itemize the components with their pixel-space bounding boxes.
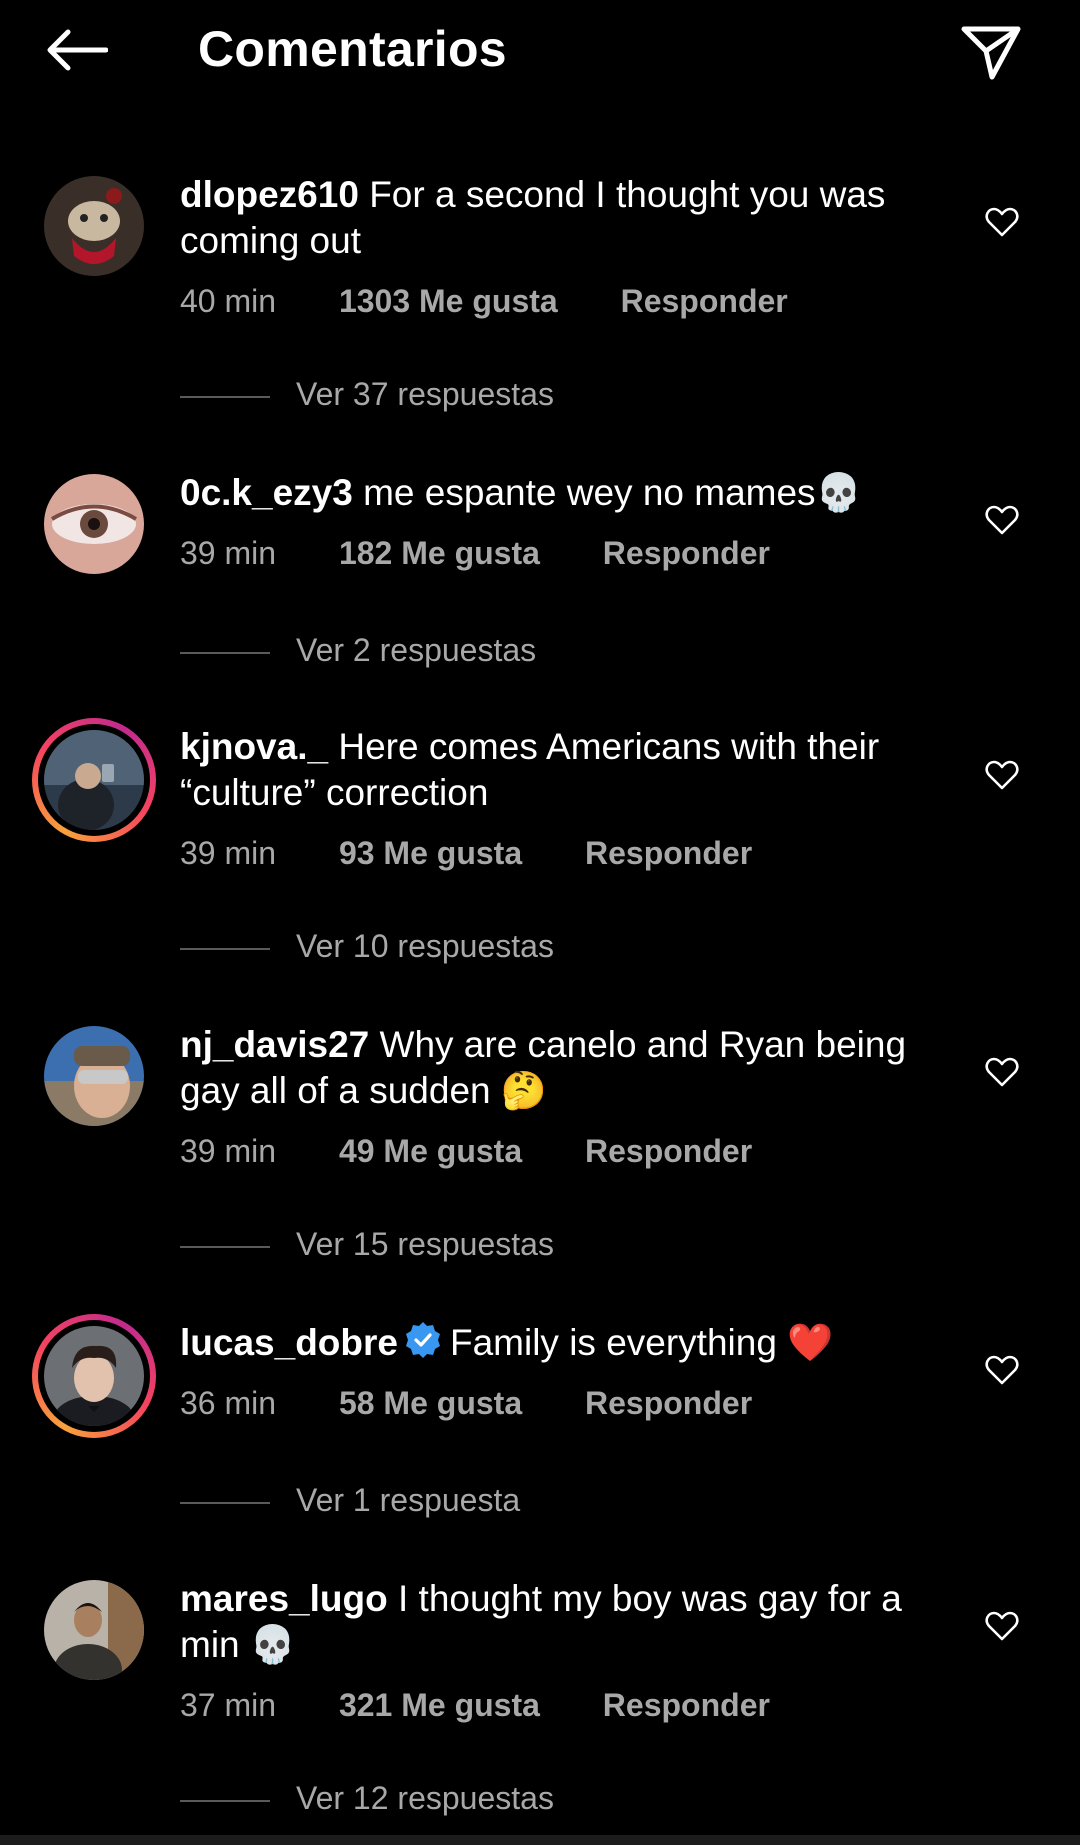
comment-time: 39 min — [180, 835, 277, 871]
like-button[interactable] — [982, 1350, 1022, 1390]
avatar — [44, 1580, 144, 1680]
comment-meta: 39 min 93 Me gusta Responder — [180, 835, 806, 872]
page-title: Comentarios — [198, 21, 507, 77]
replies-divider — [180, 651, 270, 654]
comment-username[interactable]: nj_davis27 — [180, 1024, 369, 1065]
replies-divider — [180, 395, 270, 398]
replies-label: Ver 37 respuestas — [296, 376, 554, 412]
replies-divider — [180, 1799, 270, 1802]
comment-likes[interactable]: 58 Me gusta — [339, 1385, 522, 1421]
comment-likes[interactable]: 1303 Me gusta — [339, 283, 558, 319]
comment-meta: 40 min 1303 Me gusta Responder — [180, 283, 842, 320]
like-button[interactable] — [982, 1052, 1022, 1092]
comment-username[interactable]: dlopez610 — [180, 174, 359, 215]
reply-button[interactable]: Responder — [585, 835, 752, 871]
view-replies-button[interactable]: Ver 37 respuestas — [180, 376, 554, 413]
reply-button[interactable]: Responder — [603, 535, 770, 571]
comment-text: nj_davis27 Why are canelo and Ryan being… — [180, 1022, 940, 1114]
replies-label: Ver 1 respuesta — [296, 1482, 521, 1518]
heart-icon — [985, 760, 1019, 790]
replies-label: Ver 10 respuestas — [296, 928, 554, 964]
comment-text: lucas_dobre Family is everything ❤️ — [180, 1320, 940, 1370]
view-replies-button[interactable]: Ver 15 respuestas — [180, 1226, 554, 1263]
view-replies-button[interactable]: Ver 1 respuesta — [180, 1482, 520, 1519]
replies-divider — [180, 1501, 270, 1504]
heart-icon — [985, 1057, 1019, 1087]
replies-divider — [180, 947, 270, 950]
reply-button[interactable]: Responder — [585, 1385, 752, 1421]
heart-icon — [985, 1611, 1019, 1641]
like-button[interactable] — [982, 202, 1022, 242]
replies-divider — [180, 1245, 270, 1248]
comment-meta: 36 min 58 Me gusta Responder — [180, 1385, 806, 1422]
heart-icon — [985, 505, 1019, 535]
comment-body: Family is everything ❤️ — [449, 1322, 834, 1363]
like-button[interactable] — [982, 755, 1022, 795]
avatar-button[interactable] — [44, 1580, 144, 1680]
comment-time: 37 min — [180, 1687, 277, 1723]
comment-likes[interactable]: 321 Me gusta — [339, 1687, 540, 1723]
comment-time: 36 min — [180, 1385, 277, 1421]
comment-text: mares_lugo I thought my boy was gay for … — [180, 1576, 940, 1668]
avatar-button[interactable] — [44, 474, 144, 574]
reply-button[interactable]: Responder — [621, 283, 788, 319]
avatar-button[interactable] — [44, 176, 144, 276]
comment-username[interactable]: lucas_dobre — [180, 1322, 398, 1363]
share-button[interactable] — [955, 16, 1027, 88]
replies-label: Ver 15 respuestas — [296, 1226, 554, 1262]
comment-username[interactable]: 0c.k_ezy3 — [180, 472, 353, 513]
comment-likes[interactable]: 49 Me gusta — [339, 1133, 522, 1169]
avatar — [44, 730, 144, 830]
comment-time: 39 min — [180, 535, 277, 571]
back-button[interactable] — [40, 18, 112, 82]
comment-meta: 37 min 321 Me gusta Responder — [180, 1687, 824, 1724]
comment-time: 40 min — [180, 283, 277, 319]
comment-text: 0c.k_ezy3 me espante wey no mames💀 — [180, 470, 940, 516]
comment-body: me espante wey no mames💀 — [363, 472, 862, 513]
comment-username[interactable]: mares_lugo — [180, 1578, 388, 1619]
verified-badge-icon — [404, 1321, 442, 1370]
avatar — [44, 1026, 144, 1126]
view-replies-button[interactable]: Ver 2 respuestas — [180, 632, 536, 669]
like-button[interactable] — [982, 500, 1022, 540]
comment-meta: 39 min 49 Me gusta Responder — [180, 1133, 806, 1170]
replies-label: Ver 2 respuestas — [296, 632, 537, 668]
comment-likes[interactable]: 182 Me gusta — [339, 535, 540, 571]
view-replies-button[interactable]: Ver 12 respuestas — [180, 1780, 554, 1817]
avatar — [44, 176, 144, 276]
bottom-edge — [0, 1835, 1080, 1845]
avatar-button[interactable] — [32, 1314, 156, 1438]
heart-icon — [985, 1355, 1019, 1385]
comment-username[interactable]: kjnova._ — [180, 726, 328, 767]
header-bar: Comentarios — [0, 0, 1080, 100]
reply-button[interactable]: Responder — [585, 1133, 752, 1169]
heart-icon — [985, 207, 1019, 237]
comment-meta: 39 min 182 Me gusta Responder — [180, 535, 824, 572]
comment-text: dlopez610 For a second I thought you was… — [180, 172, 940, 264]
view-replies-button[interactable]: Ver 10 respuestas — [180, 928, 554, 965]
comment-time: 39 min — [180, 1133, 277, 1169]
like-button[interactable] — [982, 1606, 1022, 1646]
comment-text: kjnova._ Here comes Americans with their… — [180, 724, 940, 816]
avatar-button[interactable] — [44, 1026, 144, 1126]
paper-plane-icon — [961, 26, 1021, 80]
avatar — [44, 1326, 144, 1426]
avatar — [44, 474, 144, 574]
replies-label: Ver 12 respuestas — [296, 1780, 554, 1816]
reply-button[interactable]: Responder — [603, 1687, 770, 1723]
comment-likes[interactable]: 93 Me gusta — [339, 835, 522, 871]
arrow-left-icon — [47, 29, 108, 71]
avatar-button[interactable] — [32, 718, 156, 842]
